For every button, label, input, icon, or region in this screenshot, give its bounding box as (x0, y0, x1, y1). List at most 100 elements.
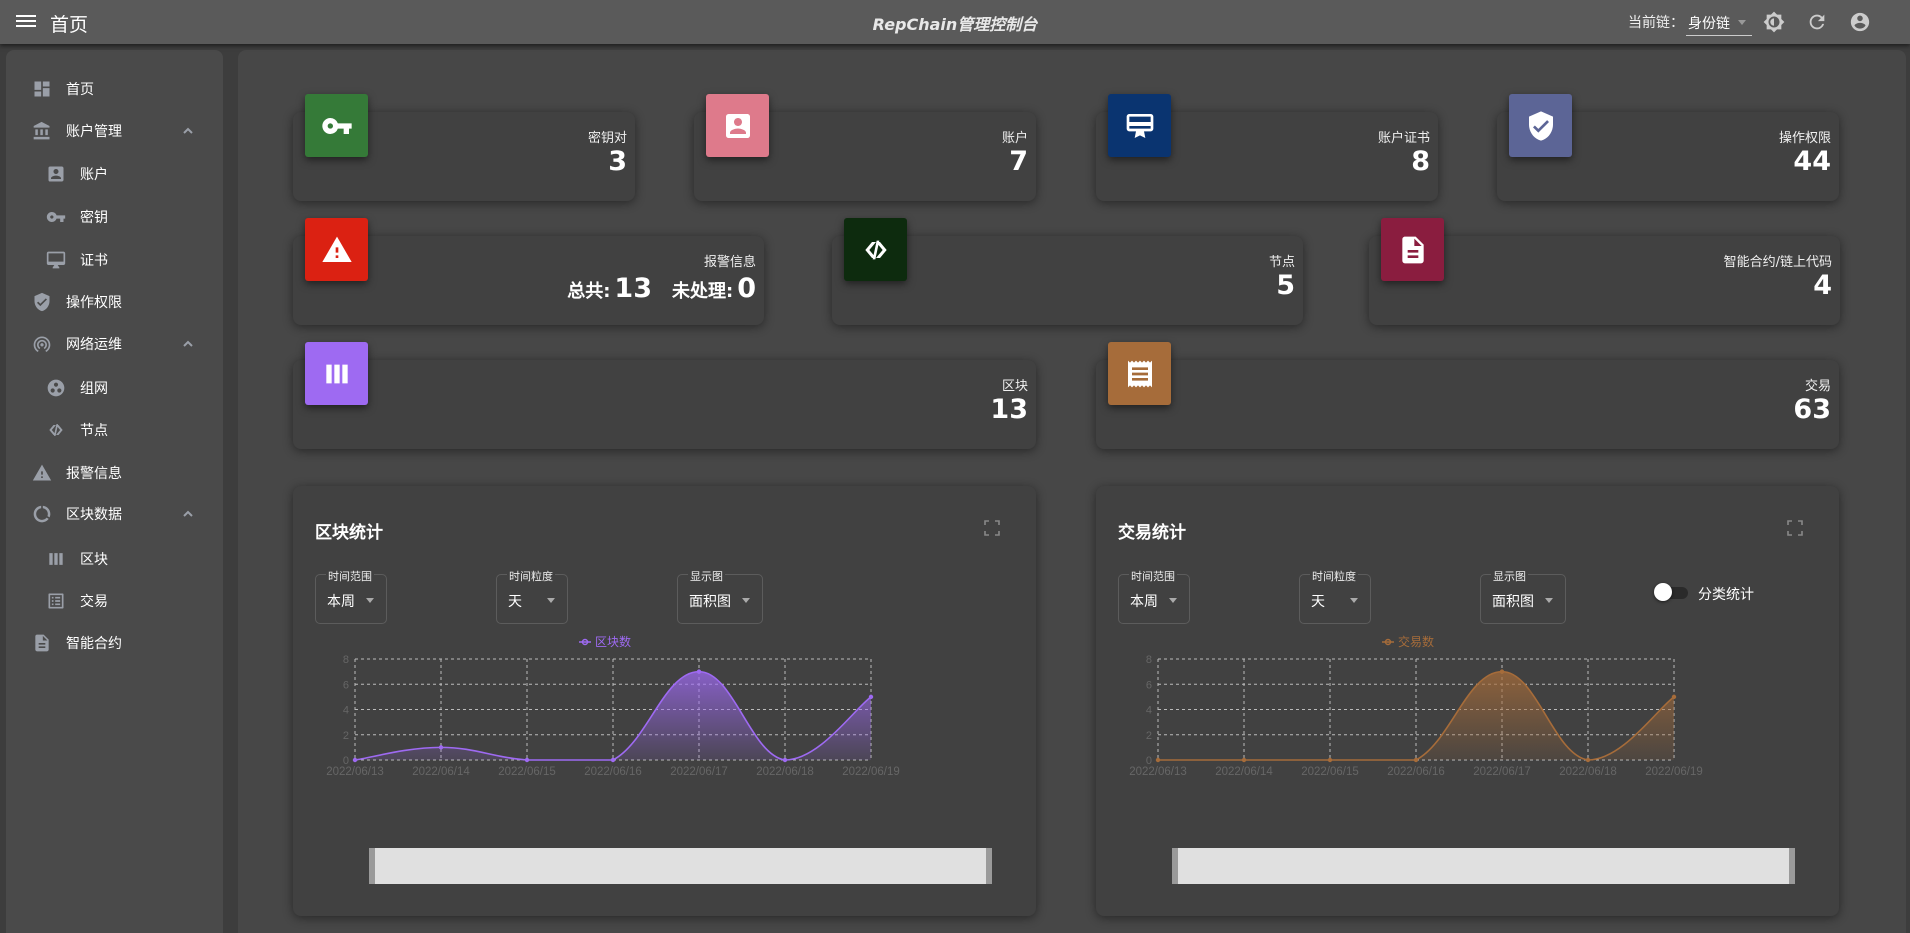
shield-check-icon (1509, 94, 1572, 157)
stat-card-permissions[interactable]: 操作权限 44 (1497, 94, 1839, 201)
dashboard-icon (34, 81, 50, 97)
data-point (1241, 757, 1247, 763)
sidebar-item-block-data[interactable]: 区块数据 (32, 499, 202, 529)
alarm-total-value: 13 (614, 273, 652, 304)
x-tick-label: 2022/06/16 (584, 766, 642, 778)
sidebar-item-label: 组网 (80, 381, 108, 397)
zoom-handle-left[interactable] (369, 848, 375, 884)
y-tick-label: 8 (1146, 654, 1152, 666)
sidebar-item-home[interactable]: 首页 (32, 74, 94, 104)
x-tick-label: 2022/06/15 (498, 766, 556, 778)
stat-card-certificates[interactable]: 账户证书 8 (1096, 94, 1438, 201)
x-tick-label: 2022/06/15 (1301, 766, 1359, 778)
sidebar-item-label: 首页 (66, 82, 94, 98)
sidebar-item-label: 智能合约 (66, 636, 122, 652)
x-tick-label: 2022/06/14 (412, 766, 470, 778)
stat-label: 账户证书 (1377, 131, 1430, 146)
stat-value: 7 (1009, 146, 1028, 177)
sidebar-item-alarms[interactable]: 报警信息 (32, 458, 122, 488)
sidebar-item-keys[interactable]: 密钥 (46, 202, 108, 232)
stat-value: 44 (1793, 146, 1831, 177)
sidebar-item-networking[interactable]: 组网 (46, 373, 108, 403)
wifi-tethering-icon (33, 336, 51, 353)
data-point (1671, 694, 1677, 700)
view-column-icon (49, 553, 63, 565)
chevron-up-icon (182, 338, 194, 350)
sidebar: 首页 账户管理 账户 密钥 证书 操作权限 网络运维 组网 节点 报警信息 区块 (6, 50, 223, 933)
x-tick-label: 2022/06/14 (1215, 766, 1273, 778)
data-point (352, 757, 358, 763)
donut-icon (33, 505, 51, 523)
sidebar-item-label: 密钥 (80, 210, 108, 226)
main-content: 密钥对 3 账户 7 账户证书 8 操作权限 44 报警信息 总共: 13 未处理:… (238, 50, 1906, 933)
y-tick-label: 4 (1146, 705, 1152, 717)
sidebar-item-label: 证书 (80, 253, 108, 269)
theme-icon[interactable] (1763, 11, 1785, 33)
zoom-handle-right[interactable] (1789, 848, 1795, 884)
key-icon (305, 94, 368, 157)
stat-card-blocks[interactable]: 区块 13 (293, 342, 1036, 449)
sidebar-item-nodes[interactable]: 节点 (46, 415, 108, 445)
sidebar-item-network-ops[interactable]: 网络运维 (32, 329, 202, 359)
alarm-pending-value: 0 (737, 273, 756, 304)
sidebar-item-account[interactable]: 账户 (46, 159, 108, 189)
sidebar-item-cert[interactable]: 证书 (46, 245, 108, 275)
stat-card-transactions[interactable]: 交易 63 (1096, 342, 1839, 449)
sidebar-item-transactions[interactable]: 交易 (46, 586, 108, 616)
stat-value: 4 (1813, 270, 1832, 301)
chain-select[interactable]: 身份链 (1686, 8, 1752, 36)
legend-label: 区块数 (595, 634, 631, 649)
account-box-icon (706, 94, 769, 157)
stat-card-nodes[interactable]: 节点 5 (832, 218, 1303, 325)
list-alt-icon (48, 593, 64, 609)
data-point (524, 757, 530, 763)
zoom-handle-right[interactable] (986, 848, 992, 884)
refresh-icon[interactable] (1806, 11, 1828, 33)
description-icon (35, 634, 49, 652)
alarm-pending-label: 未处理: (672, 281, 734, 302)
stat-value: 13 (990, 394, 1028, 425)
y-tick-label: 4 (343, 705, 349, 717)
data-point (1327, 757, 1333, 763)
chevron-up-icon (182, 125, 194, 137)
data-point (1413, 757, 1419, 763)
x-tick-label: 2022/06/16 (1387, 766, 1445, 778)
stat-card-contracts[interactable]: 智能合约/链上代码 4 (1369, 218, 1840, 325)
x-tick-label: 2022/06/13 (326, 766, 384, 778)
sidebar-item-label: 操作权限 (66, 295, 122, 311)
data-point (1585, 757, 1591, 763)
data-zoom-slider[interactable] (1172, 848, 1795, 884)
x-tick-label: 2022/06/18 (756, 766, 814, 778)
sidebar-item-label: 交易 (80, 594, 108, 610)
stat-label: 操作权限 (1778, 131, 1831, 146)
stat-card-alarms[interactable]: 报警信息 总共: 13 未处理: 0 (293, 218, 764, 325)
shield-icon (34, 292, 50, 312)
stat-value: 8 (1411, 146, 1430, 177)
account-box-icon (48, 166, 64, 182)
stat-card-accounts[interactable]: 账户 7 (694, 94, 1036, 201)
y-tick-label: 2 (1146, 730, 1152, 742)
sidebar-item-account-mgmt[interactable]: 账户管理 (32, 116, 202, 146)
sidebar-item-label: 节点 (80, 423, 108, 439)
y-tick-label: 6 (1146, 679, 1152, 691)
sidebar-item-permissions[interactable]: 操作权限 (32, 287, 122, 317)
sidebar-item-contracts[interactable]: 智能合约 (32, 628, 122, 658)
description-icon (1381, 218, 1444, 281)
monitor-icon (46, 251, 66, 269)
stat-label: 密钥对 (587, 131, 627, 146)
stat-card-keypairs[interactable]: 密钥对 3 (293, 94, 635, 201)
account-icon[interactable] (1849, 11, 1871, 33)
block-area-chart: 024682022/06/13 2022/06/14 2022/06/15 2022/… (326, 634, 900, 778)
current-chain-label: 当前链： (1628, 15, 1684, 31)
data-zoom-slider[interactable] (369, 848, 992, 884)
zoom-handle-left[interactable] (1172, 848, 1178, 884)
stat-value: 63 (1793, 394, 1831, 425)
stat-label: 节点 (1268, 255, 1295, 270)
tx-stats-card: 交易统计 时间范围 本周 时间粒度 天 显示图 面积图 分类统计 0 2 4 6 8 20… (1096, 486, 1839, 916)
receipt-icon (1108, 342, 1171, 405)
x-tick-label: 2022/06/13 (1129, 766, 1187, 778)
warning-icon (32, 464, 52, 481)
y-tick-label: 8 (343, 654, 349, 666)
sidebar-item-blocks[interactable]: 区块 (46, 544, 108, 574)
data-point (1499, 669, 1505, 674)
